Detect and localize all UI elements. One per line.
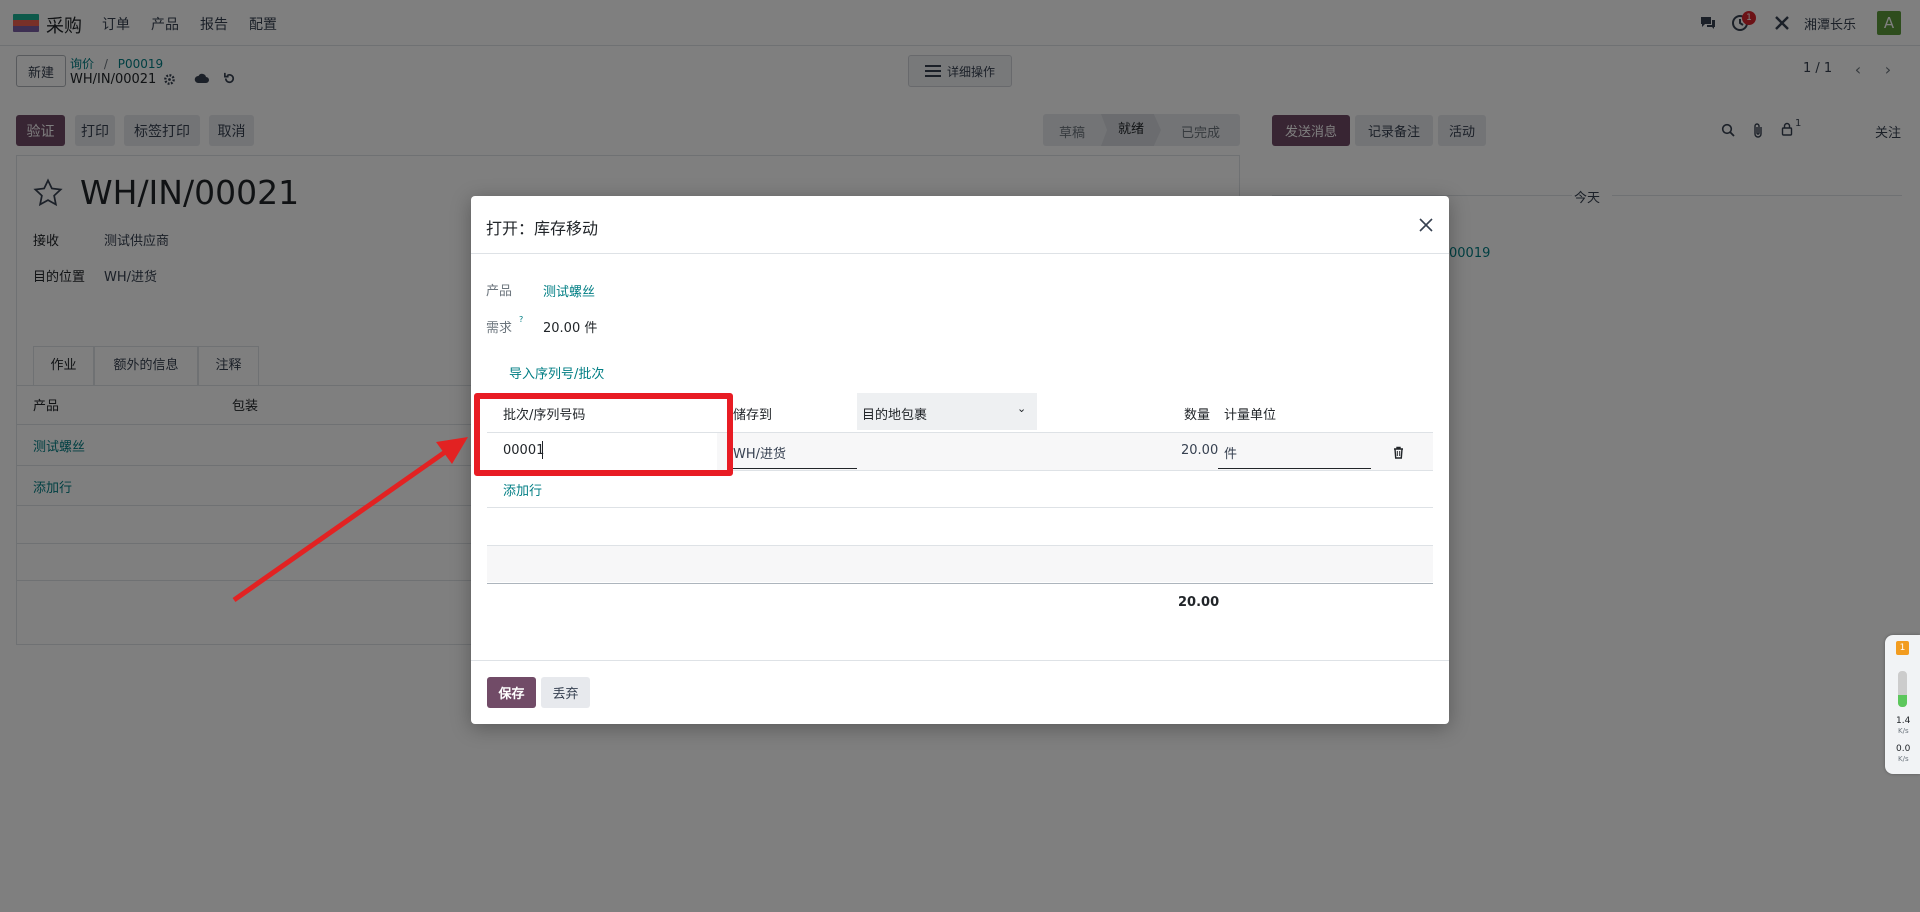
dest-package-label: 目的地包裹 [862, 408, 928, 423]
highlight-box [474, 393, 733, 476]
store-to-underline [729, 468, 857, 469]
dialog-header-line [471, 253, 1449, 254]
net-badge-icon: 1 [1896, 641, 1909, 655]
total-qty: 20.00 [1178, 595, 1220, 610]
net-down-value: 0.0 [1896, 744, 1911, 754]
col-qty-header[interactable]: 数量 [1184, 404, 1210, 423]
dialog-line-2 [487, 507, 1433, 508]
dialog-footer-line [471, 660, 1449, 661]
col-dest-package-header[interactable]: 目的地包裹 ⌄ [857, 393, 1037, 430]
store-to-input[interactable]: WH/进货 [733, 443, 786, 462]
net-up-value: 1.4 [1896, 716, 1911, 726]
empty-row-shaded [487, 545, 1433, 582]
import-serial-link[interactable]: 导入序列号/批次 [509, 363, 604, 382]
demand-tooltip-icon[interactable]: ? [519, 315, 523, 324]
dialog-product-value[interactable]: 测试螺丝 [543, 281, 595, 300]
col-store-to-header[interactable]: 储存到 [733, 404, 772, 423]
uom-input[interactable]: 件 [1224, 443, 1237, 462]
dialog-demand-label: 需求 [486, 321, 513, 336]
trash-icon[interactable] [1391, 444, 1405, 460]
col-uom-header[interactable]: 计量单位 [1224, 404, 1276, 423]
network-speed-widget[interactable]: 1 1.4 K/s 0.0 K/s [1885, 635, 1920, 774]
discard-button[interactable]: 丢弃 [541, 677, 590, 708]
net-gauge [1898, 671, 1907, 707]
dialog-demand-value: 20.00 件 [543, 321, 598, 336]
annotation-arrow [232, 437, 468, 603]
dialog-total-line [487, 583, 1433, 584]
dialog-add-line-link[interactable]: 添加行 [503, 480, 542, 499]
net-up-unit: K/s [1898, 727, 1909, 735]
save-button[interactable]: 保存 [487, 677, 536, 708]
chevron-down-icon: ⌄ [1017, 402, 1027, 415]
dialog-product-label: 产品 [486, 284, 513, 299]
uom-underline [1218, 468, 1371, 469]
qty-input[interactable]: 20.00 [1181, 443, 1218, 458]
dialog-title: 打开：库存移动 [486, 219, 599, 238]
net-down-unit: K/s [1898, 755, 1909, 763]
close-icon[interactable] [1415, 214, 1437, 236]
